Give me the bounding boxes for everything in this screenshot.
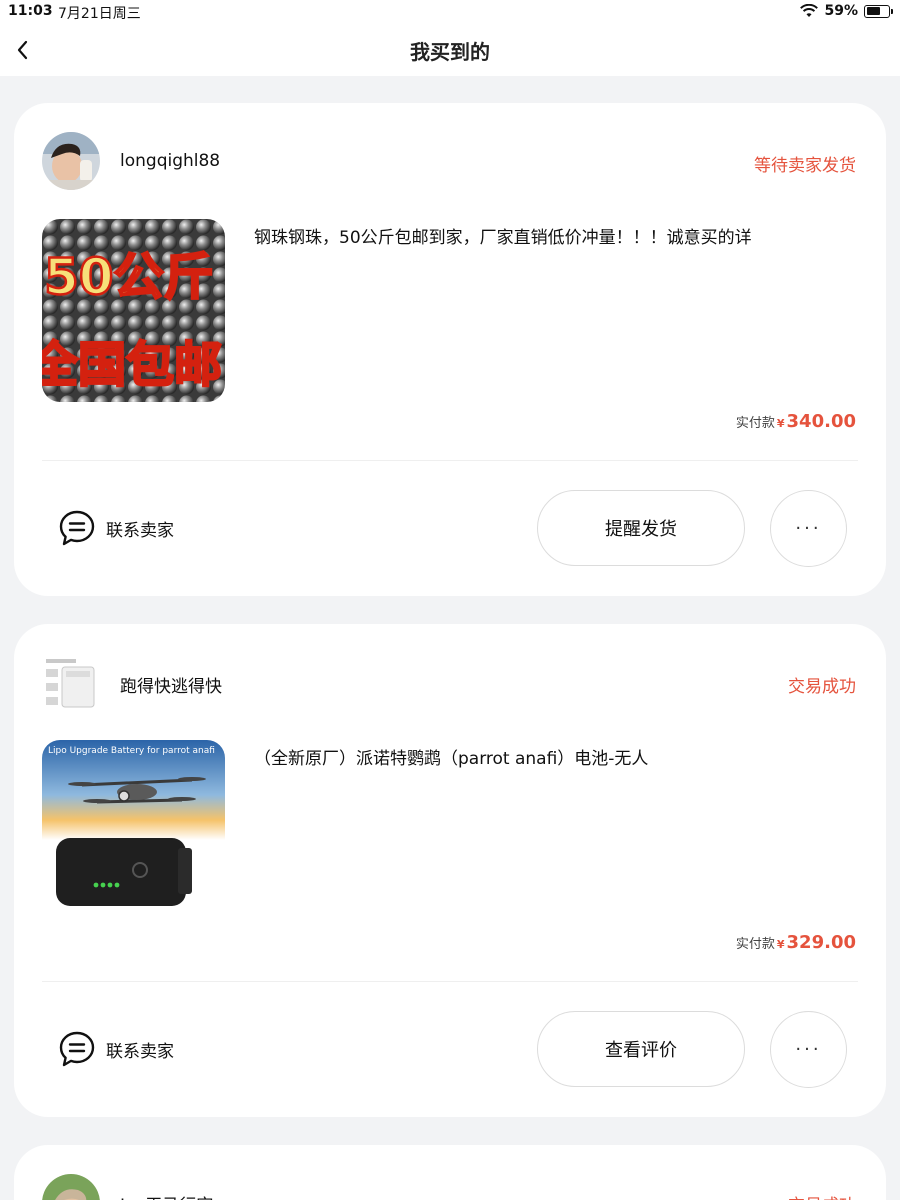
seller-name[interactable]: Lu 天马行空 (120, 1191, 213, 1200)
more-options-button[interactable]: ··· (770, 490, 847, 567)
remind-shipping-button[interactable]: 提醒发货 (537, 490, 745, 566)
price-row: 实付款 ¥ 340.00 (736, 411, 856, 432)
battery-icon (864, 4, 893, 18)
wifi-icon (800, 4, 819, 17)
status-indicators: 59% (800, 3, 893, 19)
divider (42, 460, 858, 461)
order-card[interactable]: Lu 天马行空 交易成功 (14, 1145, 886, 1200)
price-currency: ¥ (776, 938, 785, 951)
seller-name[interactable]: longqighl88 (120, 151, 220, 171)
seller-avatar[interactable] (42, 132, 100, 190)
product-title[interactable]: 钢珠钢珠，50公斤包邮到家，厂家直销低价冲量！！！诚意买的详 (254, 223, 854, 248)
thumbnail-caption: Lipo Upgrade Battery for parrot anafi (48, 746, 215, 756)
order-card[interactable]: 跑得快逃得快 交易成功 Lipo Upgrade Battery for par… (14, 624, 886, 1117)
more-options-button[interactable]: ··· (770, 1011, 847, 1088)
chat-bubble-icon (59, 1031, 95, 1067)
price-value: 340.00 (786, 411, 856, 432)
contact-seller-button[interactable]: 联系卖家 (58, 509, 174, 547)
seller-avatar[interactable] (42, 653, 100, 711)
contact-seller-label: 联系卖家 (106, 520, 174, 541)
order-status: 交易成功 (788, 1191, 856, 1200)
order-status: 交易成功 (788, 677, 856, 697)
thumbnail-text-shipping: 全国包邮 (42, 337, 222, 393)
product-thumbnail[interactable]: 50公斤 全国包邮 (42, 219, 225, 402)
view-review-button[interactable]: 查看评价 (537, 1011, 745, 1087)
price-label: 实付款 (735, 937, 775, 952)
status-time: 11:03 (8, 3, 53, 19)
seller-avatar[interactable] (42, 1174, 100, 1200)
chat-bubble-icon (59, 510, 95, 546)
price-currency: ¥ (776, 417, 785, 430)
price-value: 329.00 (786, 932, 856, 953)
order-card[interactable]: longqighl88 等待卖家发货 50公斤 全国包邮 钢珠钢珠，50公斤包邮… (14, 103, 886, 596)
order-status: 等待卖家发货 (754, 156, 856, 176)
status-bar: 11:03 7月21日周三 59% (0, 0, 900, 24)
price-label: 实付款 (735, 416, 775, 431)
price-row: 实付款 ¥ 329.00 (736, 932, 856, 953)
contact-seller-label: 联系卖家 (106, 1041, 174, 1062)
contact-seller-button[interactable]: 联系卖家 (58, 1030, 174, 1068)
product-title[interactable]: （全新原厂）派诺特鹦鹉（parrot anafi）电池-无人 (254, 744, 854, 769)
battery-percentage: 59% (824, 3, 858, 19)
nav-bar: 我买到的 (0, 24, 900, 76)
divider (42, 981, 858, 982)
seller-name[interactable]: 跑得快逃得快 (120, 672, 222, 697)
product-thumbnail[interactable]: Lipo Upgrade Battery for parrot anafi (42, 740, 225, 923)
battery-illustration (56, 838, 192, 906)
thumbnail-text-weight: 50公斤 (44, 248, 214, 306)
status-date: 7月21日周三 (58, 6, 141, 22)
page-title: 我买到的 (410, 40, 490, 64)
